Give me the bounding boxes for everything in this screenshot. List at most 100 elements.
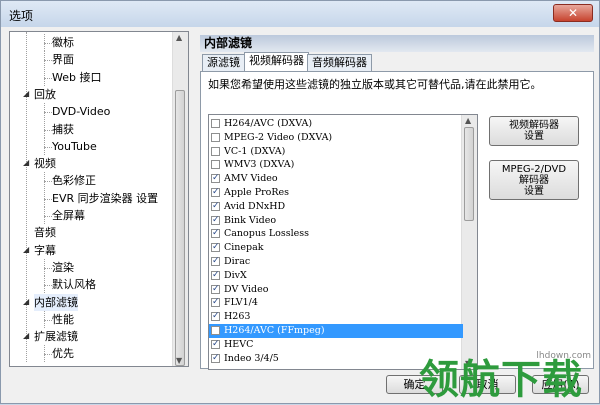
tree-guide-line (44, 34, 45, 51)
scroll-up-icon[interactable]: ▲ (465, 116, 471, 125)
tree-item[interactable]: YouTube (52, 138, 97, 155)
decoder-checkbox[interactable] (211, 352, 220, 365)
scroll-down-icon[interactable]: ▼ (176, 356, 182, 365)
list-scroll-thumb[interactable] (464, 127, 474, 221)
scroll-up-icon[interactable]: ▲ (176, 33, 182, 42)
tree-item[interactable]: 色彩修正 (52, 172, 96, 189)
tree-item-label: 扩展滤镜 (34, 330, 78, 344)
tree-item[interactable]: 优先 (52, 345, 74, 362)
tree-connector (44, 129, 52, 131)
tree-scroll-thumb[interactable] (175, 90, 185, 366)
decoder-checkbox[interactable] (211, 227, 220, 241)
decoder-checkbox[interactable] (211, 310, 220, 324)
decoder-item[interactable]: DV Video (209, 283, 463, 296)
tab-audio-decoders[interactable]: 音频解码器 (307, 54, 372, 71)
decoder-label: H263 (224, 311, 251, 323)
tab-source-filters[interactable]: 源滤镜 (202, 54, 245, 71)
decoder-item[interactable]: FLV1/4 (209, 296, 463, 310)
tree-item[interactable]: 捕获 (52, 121, 74, 138)
tree-connector (44, 146, 52, 148)
decoder-item[interactable]: MPEG-2 Video (DXVA) (209, 131, 463, 145)
watermark-url: lhdown.com (536, 351, 591, 361)
tree-item-label: 音频 (34, 226, 56, 240)
tree-item[interactable]: 全屏幕 (52, 207, 85, 224)
decoder-item[interactable]: Cinepak (209, 241, 463, 255)
decoder-checkbox[interactable] (211, 172, 220, 186)
tree-guide-line (44, 51, 45, 69)
decoder-item[interactable]: VC-1 (DXVA) (209, 145, 463, 159)
mpeg2-dvd-decoder-settings-button[interactable]: MPEG-2/DVD 解码器 设置 (489, 160, 579, 200)
tree-item[interactable]: 默认风格 (52, 276, 96, 293)
decoder-item[interactable]: H263 (209, 310, 463, 324)
title-bar[interactable]: 选项 ✕ (1, 1, 599, 27)
tree-item[interactable]: DVD-Video (52, 103, 110, 120)
tree-item[interactable]: 内部滤镜 (34, 293, 78, 311)
decoder-item[interactable]: Bink Video (209, 214, 463, 227)
tree-guide-line (44, 137, 45, 155)
video-decoder-settings-button[interactable]: 视频解码器 设置 (489, 116, 579, 146)
tab-video-decoders[interactable]: 视频解码器 (244, 52, 309, 72)
decoder-checkbox[interactable] (211, 241, 220, 255)
tree-item[interactable]: 视频 (34, 155, 56, 172)
decoder-checkbox[interactable] (211, 214, 220, 227)
decoder-checkbox[interactable] (211, 119, 220, 128)
decoder-checkbox[interactable] (211, 160, 220, 170)
collapse-triangle-icon[interactable]: ◢ (23, 89, 29, 98)
decoder-item[interactable]: AMV Video (209, 172, 463, 186)
decoder-label: Dirac (224, 256, 251, 267)
decoder-item[interactable]: Avid DNxHD (209, 200, 463, 214)
tree-item-label: DVD-Video (52, 105, 111, 119)
decoder-item[interactable]: Dirac (209, 255, 463, 269)
decoder-checkbox[interactable] (211, 296, 220, 310)
page-title: 内部滤镜 (200, 35, 594, 52)
tree-item[interactable]: 音频 (34, 224, 56, 241)
collapse-triangle-icon[interactable]: ◢ (23, 297, 29, 306)
decoder-item[interactable]: Canopus Lossless (209, 227, 463, 241)
tree-guide-line (44, 172, 45, 190)
tree-guide-line (44, 68, 45, 86)
decoder-item[interactable]: H264/AVC (FFmpeg) (209, 324, 463, 338)
tree-item[interactable]: 扩展滤镜 (34, 328, 78, 345)
tree-item-label: 渲染 (52, 260, 74, 274)
decoder-list[interactable]: ▲ ▼ H264/AVC (DXVA) MPEG-2 Video (DXVA) VC… (208, 114, 478, 370)
options-tree[interactable]: ▲ ▼ 徽标 界面 Web 接口 回放 ◢ DVD-Video 捕获 YouTube 视频 ◢ 色彩… (9, 31, 189, 367)
collapse-triangle-icon[interactable]: ◢ (23, 331, 29, 340)
tree-item[interactable]: EVR 同步渲染器 设置 (52, 190, 158, 207)
decoder-checkbox[interactable] (211, 338, 220, 352)
tree-item[interactable]: 回放 (34, 86, 56, 103)
tree-item[interactable]: 字幕 (34, 242, 56, 259)
decoder-checkbox[interactable] (211, 132, 220, 142)
decoder-checkbox[interactable] (211, 269, 220, 283)
decoder-label: Bink Video (224, 214, 277, 226)
tree-guide-line (44, 258, 45, 276)
decoder-checkbox[interactable] (211, 146, 220, 156)
window-title: 选项 (9, 9, 34, 23)
decoder-item[interactable]: DivX (209, 269, 463, 283)
tree-connector (44, 354, 52, 356)
decoder-item[interactable]: Apple ProRes (209, 186, 463, 200)
tree-item[interactable]: 渲染 (52, 259, 74, 276)
tree-guide-line (44, 207, 45, 224)
tree-item[interactable]: 徽标 (52, 34, 74, 51)
collapse-triangle-icon[interactable]: ◢ (23, 245, 29, 254)
tree-item-label: 内部滤镜 (34, 295, 78, 309)
collapse-triangle-icon[interactable]: ◢ (23, 158, 29, 167)
decoder-checkbox[interactable] (211, 200, 220, 214)
tree-scrollbar[interactable]: ▲ ▼ (172, 32, 188, 366)
decoder-checkbox[interactable] (211, 283, 220, 296)
decoder-checkbox[interactable] (211, 326, 220, 335)
decoder-checkbox[interactable] (211, 186, 220, 200)
tree-item-label: 色彩修正 (52, 174, 96, 188)
decoder-label: H264/AVC (FFmpeg) (224, 325, 325, 336)
list-scrollbar[interactable]: ▲ ▼ (461, 115, 477, 369)
tree-connector (44, 285, 52, 287)
tree-item[interactable]: 界面 (52, 51, 74, 68)
close-icon[interactable]: ✕ (553, 4, 593, 22)
decoder-checkbox[interactable] (211, 255, 220, 269)
tree-item-label: EVR 同步渲染器 设置 (52, 191, 159, 205)
decoder-item[interactable]: H264/AVC (DXVA) (209, 117, 463, 131)
decoder-item[interactable]: WMV3 (DXVA) (209, 158, 463, 172)
decoder-label: VC-1 (DXVA) (224, 145, 286, 157)
tree-item[interactable]: Web 接口 (52, 69, 101, 86)
tree-item[interactable]: 性能 (52, 311, 74, 328)
